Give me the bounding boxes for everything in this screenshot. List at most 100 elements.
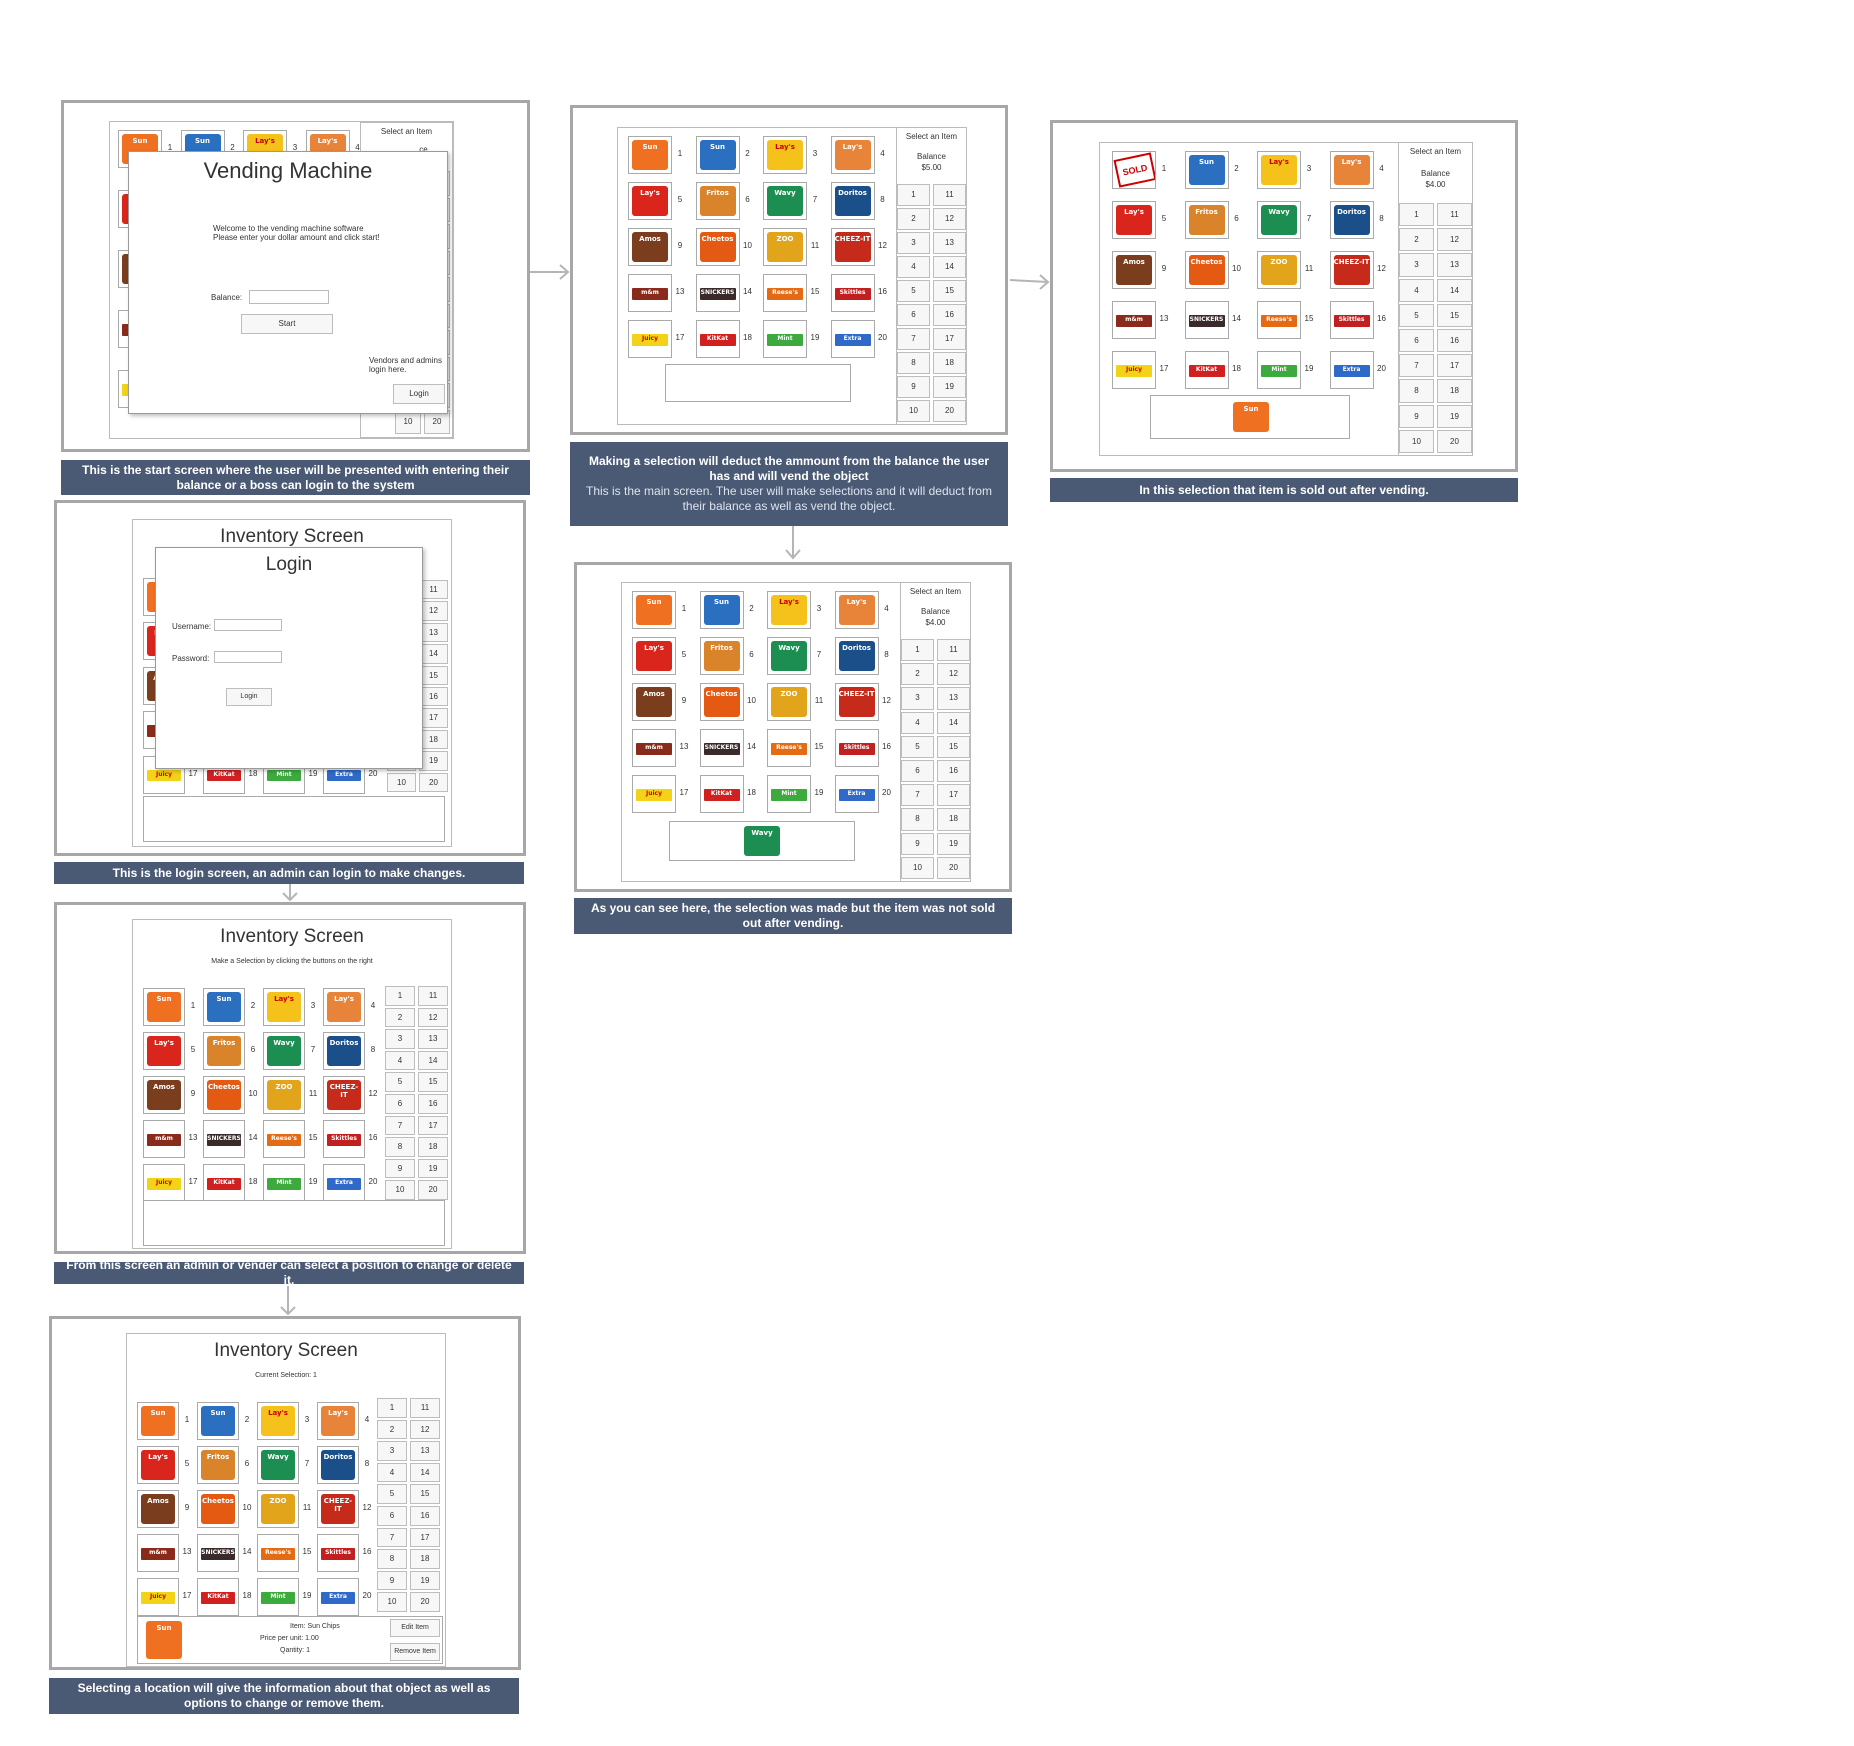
select-button-19[interactable]: 19 <box>419 751 448 771</box>
select-button-8[interactable]: 8 <box>897 352 930 374</box>
select-button-17[interactable]: 17 <box>410 1527 440 1548</box>
select-button-10[interactable]: 10 <box>1399 429 1434 453</box>
select-button-3[interactable]: 3 <box>377 1441 407 1461</box>
select-button-14[interactable]: 14 <box>933 256 966 278</box>
select-button-5[interactable]: 5 <box>897 280 930 302</box>
select-button-14[interactable]: 14 <box>410 1462 440 1483</box>
vendor-login-button[interactable]: Login <box>393 384 445 404</box>
select-button-20[interactable]: 20 <box>410 1592 440 1612</box>
select-button-1[interactable]: 1 <box>897 184 930 206</box>
select-button-6[interactable]: 6 <box>1399 329 1434 353</box>
select-button-10[interactable]: 10 <box>377 1592 407 1612</box>
select-button-10[interactable]: 10 <box>385 1180 415 1200</box>
select-button-19[interactable]: 19 <box>937 832 970 855</box>
select-button-1[interactable]: 1 <box>377 1398 407 1418</box>
select-button-8[interactable]: 8 <box>1399 379 1434 403</box>
select-button-6[interactable]: 6 <box>377 1506 407 1526</box>
select-button-15[interactable]: 15 <box>1437 303 1472 327</box>
select-button-17[interactable]: 17 <box>933 328 966 350</box>
username-input[interactable] <box>214 619 282 631</box>
select-button-11[interactable]: 11 <box>933 184 966 206</box>
select-button-4[interactable]: 4 <box>377 1462 407 1483</box>
select-button-11[interactable]: 11 <box>418 986 448 1006</box>
select-button-9[interactable]: 9 <box>1399 404 1434 428</box>
select-button-11[interactable]: 11 <box>1437 203 1472 227</box>
select-button-3[interactable]: 3 <box>901 687 934 710</box>
remove-item-button[interactable]: Remove Item <box>390 1643 440 1661</box>
select-button-1[interactable]: 1 <box>1399 203 1434 227</box>
select-button-20[interactable]: 20 <box>933 400 966 422</box>
select-button-2[interactable]: 2 <box>901 663 934 686</box>
select-button-10[interactable]: 10 <box>387 772 416 792</box>
select-button-17[interactable]: 17 <box>1437 354 1472 378</box>
select-button-12[interactable]: 12 <box>1437 228 1472 252</box>
select-button-20[interactable]: 20 <box>418 1180 448 1200</box>
select-button-4[interactable]: 4 <box>897 256 930 278</box>
select-button-18[interactable]: 18 <box>1437 379 1472 403</box>
select-button-4[interactable]: 4 <box>385 1050 415 1071</box>
select-button-13[interactable]: 13 <box>410 1441 440 1461</box>
select-button-12[interactable]: 12 <box>937 663 970 686</box>
login-submit-button[interactable]: Login <box>226 688 272 706</box>
select-button-18[interactable]: 18 <box>419 729 448 750</box>
select-button-14[interactable]: 14 <box>1437 278 1472 302</box>
select-button-13[interactable]: 13 <box>1437 253 1472 277</box>
select-button-12[interactable]: 12 <box>419 601 448 621</box>
start-balance-input[interactable] <box>249 290 329 304</box>
select-button-7[interactable]: 7 <box>385 1115 415 1136</box>
select-button-8[interactable]: 8 <box>377 1549 407 1569</box>
select-button-7[interactable]: 7 <box>1399 354 1434 378</box>
start-button[interactable]: Start <box>241 314 333 334</box>
select-button-14[interactable]: 14 <box>937 711 970 734</box>
select-button-5[interactable]: 5 <box>385 1072 415 1092</box>
select-button-11[interactable]: 11 <box>937 639 970 662</box>
select-button-16[interactable]: 16 <box>418 1094 448 1114</box>
select-button-16[interactable]: 16 <box>1437 329 1472 353</box>
select-button-5[interactable]: 5 <box>377 1484 407 1504</box>
select-button-14[interactable]: 14 <box>418 1050 448 1071</box>
select-button-10[interactable]: 10 <box>897 400 930 422</box>
select-button-20[interactable]: 20 <box>937 856 970 879</box>
select-button-13[interactable]: 13 <box>418 1029 448 1049</box>
select-button-15[interactable]: 15 <box>933 280 966 302</box>
select-button-7[interactable]: 7 <box>897 328 930 350</box>
select-button-7[interactable]: 7 <box>377 1527 407 1548</box>
select-button-6[interactable]: 6 <box>385 1094 415 1114</box>
select-button-11[interactable]: 11 <box>410 1398 440 1418</box>
select-button-15[interactable]: 15 <box>418 1072 448 1092</box>
select-button-19[interactable]: 19 <box>1437 404 1472 428</box>
select-button-17[interactable]: 17 <box>418 1115 448 1136</box>
select-button-12[interactable]: 12 <box>410 1419 440 1440</box>
select-button-19[interactable]: 19 <box>410 1570 440 1591</box>
select-button-20[interactable]: 20 <box>1437 429 1472 453</box>
select-button-10[interactable]: 10 <box>901 856 934 879</box>
select-button-8[interactable]: 8 <box>901 808 934 831</box>
select-button-4[interactable]: 4 <box>901 711 934 734</box>
select-button-1[interactable]: 1 <box>901 639 934 662</box>
select-button-12[interactable]: 12 <box>418 1007 448 1028</box>
select-button-9[interactable]: 9 <box>377 1570 407 1591</box>
select-button-19[interactable]: 19 <box>418 1158 448 1179</box>
select-button-9[interactable]: 9 <box>901 832 934 855</box>
select-button-2[interactable]: 2 <box>377 1419 407 1440</box>
select-button-2[interactable]: 2 <box>385 1007 415 1028</box>
select-button-16[interactable]: 16 <box>937 760 970 783</box>
select-button-11[interactable]: 11 <box>419 580 448 600</box>
select-button-4[interactable]: 4 <box>1399 278 1434 302</box>
select-button-1[interactable]: 1 <box>385 986 415 1006</box>
select-button-15[interactable]: 15 <box>410 1484 440 1504</box>
select-button-3[interactable]: 3 <box>897 232 930 254</box>
select-button-15[interactable]: 15 <box>937 735 970 758</box>
select-button-12[interactable]: 12 <box>933 208 966 230</box>
select-button-15[interactable]: 15 <box>419 665 448 685</box>
select-button-16[interactable]: 16 <box>419 687 448 707</box>
select-button-14[interactable]: 14 <box>419 644 448 664</box>
select-button-2[interactable]: 2 <box>1399 228 1434 252</box>
select-button-17[interactable]: 17 <box>419 708 448 728</box>
select-button-9[interactable]: 9 <box>897 376 930 398</box>
select-button-19[interactable]: 19 <box>933 376 966 398</box>
select-button-18[interactable]: 18 <box>418 1137 448 1157</box>
select-button-6[interactable]: 6 <box>897 304 930 326</box>
select-button-17[interactable]: 17 <box>937 784 970 807</box>
select-button-16[interactable]: 16 <box>410 1506 440 1526</box>
